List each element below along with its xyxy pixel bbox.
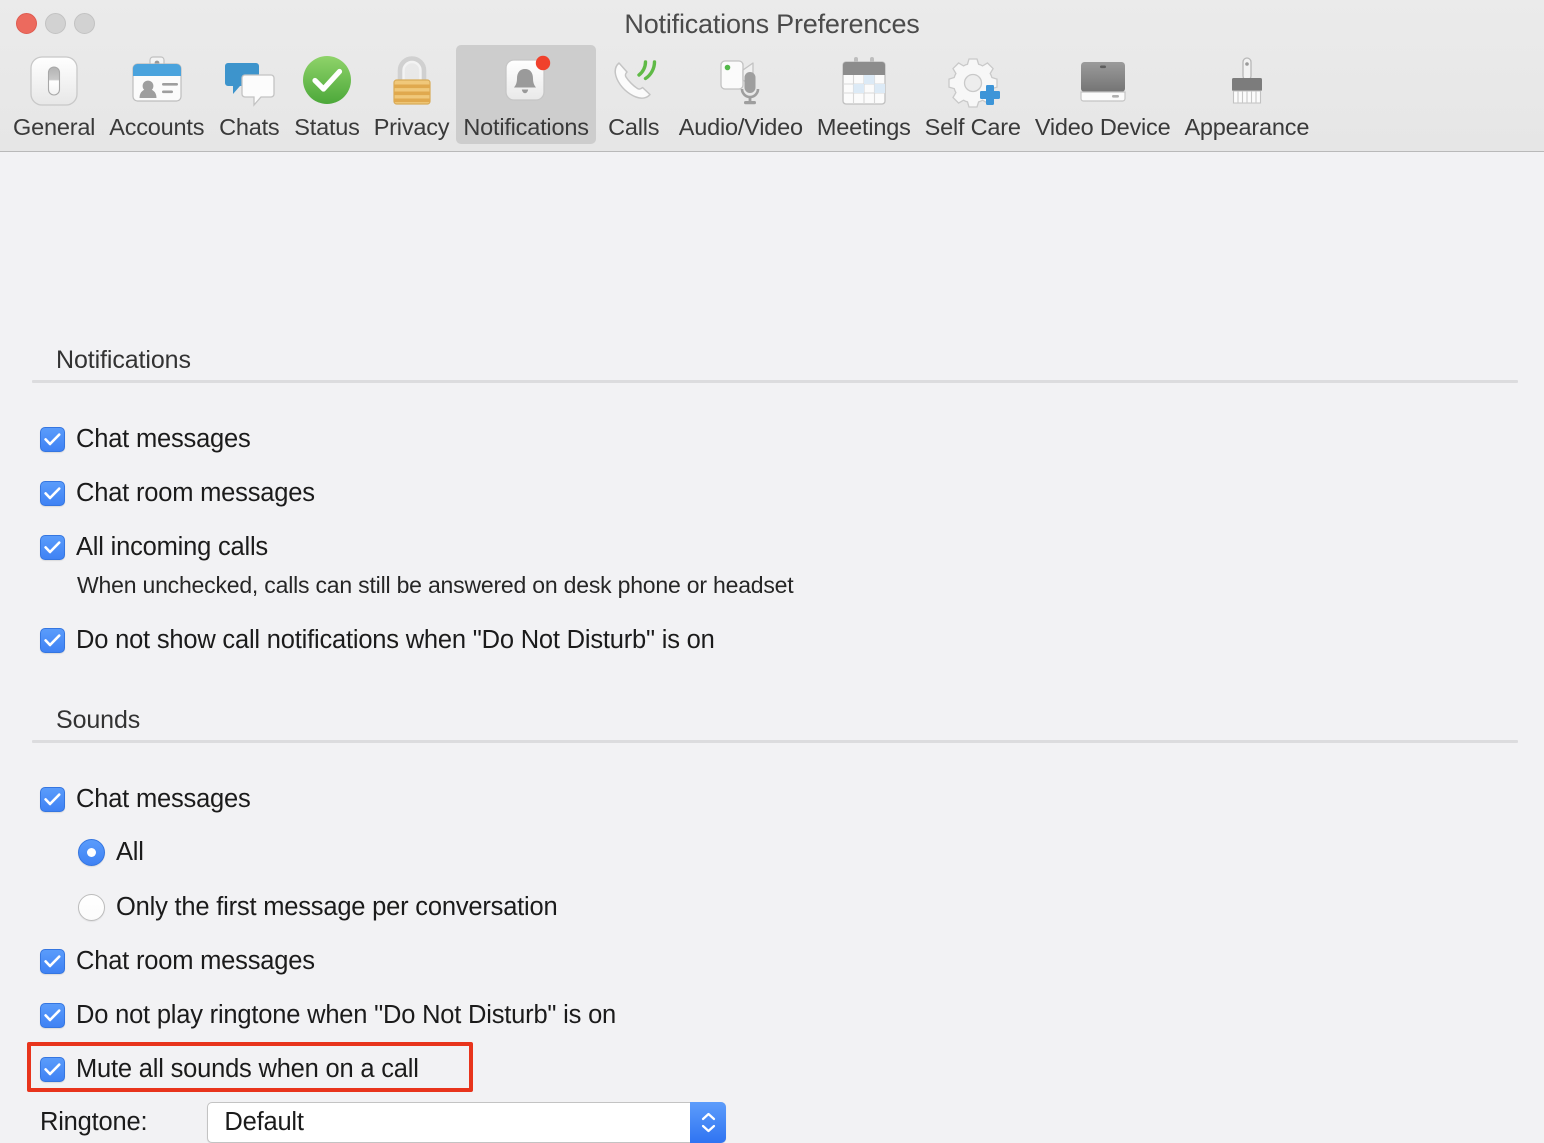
toolbar-item-video-device[interactable]: Video Device: [1028, 45, 1178, 144]
checkbox-row-all-incoming-calls[interactable]: All incoming calls: [40, 533, 268, 562]
checkbox-chat-room-messages[interactable]: [40, 481, 65, 506]
radio-row-all[interactable]: All: [78, 838, 144, 867]
toolbar-label: Meetings: [816, 114, 911, 140]
section-title: Notifications: [56, 346, 191, 374]
checkbox-label: Chat messages: [76, 785, 251, 813]
toolbar-label: Privacy: [373, 114, 450, 140]
accounts-icon: [126, 50, 188, 112]
general-icon: [23, 50, 85, 112]
toolbar-label: Accounts: [109, 114, 205, 140]
toolbar-item-audio-video[interactable]: Audio/Video: [672, 45, 810, 144]
ringtone-select[interactable]: Default: [207, 1102, 727, 1143]
ringtone-row: Ringtone: Default: [40, 1102, 727, 1143]
meetings-calendar-icon: [833, 50, 895, 112]
status-icon: [296, 50, 358, 112]
checkbox-sound-chat-room-messages[interactable]: [40, 949, 65, 974]
checkbox-sound-chat-messages[interactable]: [40, 787, 65, 812]
checkbox-do-not-show-call-notifications[interactable]: [40, 628, 65, 653]
checkbox-row-do-not-show-call-notifications[interactable]: Do not show call notifications when "Do …: [40, 626, 715, 655]
checkbox-row-sound-chat-messages[interactable]: Chat messages: [40, 785, 251, 814]
privacy-lock-icon: [381, 50, 443, 112]
radio-all[interactable]: [78, 839, 105, 866]
checkbox-row-mute-all-sounds[interactable]: Mute all sounds when on a call: [40, 1055, 419, 1084]
checkbox-row-chat-room-messages[interactable]: Chat room messages: [40, 479, 315, 508]
toolbar-label: Audio/Video: [678, 114, 803, 140]
radio-label: Only the first message per conversation: [116, 893, 558, 921]
preferences-toolbar: General Accounts Chats Status Privacy No…: [0, 45, 1544, 144]
checkbox-do-not-play-ringtone[interactable]: [40, 1003, 65, 1028]
chats-icon: [218, 50, 280, 112]
checkbox-label: Do not play ringtone when "Do Not Distur…: [76, 1001, 617, 1029]
toolbar-item-chats[interactable]: Chats: [211, 45, 287, 144]
radio-label: All: [116, 838, 144, 866]
checkbox-label: All incoming calls: [76, 533, 268, 561]
checkbox-row-sound-chat-room-messages[interactable]: Chat room messages: [40, 947, 315, 976]
toolbar-label: Status: [294, 114, 360, 140]
toolbar-label: Appearance: [1184, 114, 1310, 140]
titlebar-toolbar: Notifications Preferences General Accoun…: [0, 0, 1544, 152]
toolbar-label: General: [13, 114, 96, 140]
stepper-icon[interactable]: [690, 1102, 727, 1143]
help-text-all-incoming-calls: When unchecked, calls can still be answe…: [77, 572, 794, 599]
checkbox-all-incoming-calls[interactable]: [40, 535, 65, 560]
section-header-sounds: Sounds: [56, 706, 140, 735]
checkbox-label: Chat room messages: [76, 947, 315, 975]
radio-only-first-message[interactable]: [78, 894, 105, 921]
checkbox-chat-messages[interactable]: [40, 427, 65, 452]
toolbar-item-accounts[interactable]: Accounts: [102, 45, 211, 144]
radio-row-only-first-message[interactable]: Only the first message per conversation: [78, 893, 558, 922]
section-divider-notifications: [32, 380, 1518, 383]
toolbar-item-notifications[interactable]: Notifications: [456, 45, 596, 144]
video-device-monitor-icon: [1072, 50, 1134, 112]
preferences-window: Notifications Preferences General Accoun…: [0, 0, 1544, 1143]
preferences-content: Notifications Chat messages Chat room me…: [0, 152, 1544, 1143]
toolbar-item-calls[interactable]: Calls: [596, 45, 672, 144]
toolbar-item-self-care[interactable]: Self Care: [918, 45, 1028, 144]
toolbar-label: Calls: [608, 114, 660, 140]
toolbar-label: Video Device: [1034, 114, 1171, 140]
section-header-notifications: Notifications: [56, 346, 191, 375]
checkbox-mute-all-sounds[interactable]: [40, 1057, 65, 1082]
ringtone-label: Ringtone:: [40, 1108, 148, 1136]
toolbar-label: Chats: [219, 114, 280, 140]
toolbar-label: Notifications: [463, 114, 589, 140]
section-divider-sounds: [32, 740, 1518, 743]
toolbar-item-appearance[interactable]: Appearance: [1177, 45, 1316, 144]
toolbar-label: Self Care: [924, 114, 1021, 140]
toolbar-item-meetings[interactable]: Meetings: [810, 45, 918, 144]
calls-phone-icon: [603, 50, 665, 112]
toolbar-item-status[interactable]: Status: [287, 45, 366, 144]
window-title: Notifications Preferences: [624, 9, 920, 39]
checkbox-label: Mute all sounds when on a call: [76, 1055, 419, 1083]
checkbox-row-chat-messages[interactable]: Chat messages: [40, 425, 251, 454]
appearance-brush-icon: [1216, 50, 1278, 112]
checkbox-label: Chat room messages: [76, 479, 315, 507]
toolbar-item-privacy[interactable]: Privacy: [367, 45, 457, 144]
notifications-bell-icon: [495, 50, 557, 112]
checkbox-row-do-not-play-ringtone[interactable]: Do not play ringtone when "Do Not Distur…: [40, 1001, 616, 1030]
audio-video-icon: [710, 50, 772, 112]
self-care-gear-plus-icon: [942, 50, 1004, 112]
help-text: When unchecked, calls can still be answe…: [77, 572, 794, 598]
section-title: Sounds: [56, 706, 141, 734]
toolbar-item-general[interactable]: General: [6, 45, 102, 144]
checkbox-label: Do not show call notifications when "Do …: [76, 626, 715, 654]
ringtone-selected-value: Default: [224, 1108, 304, 1136]
checkbox-label: Chat messages: [76, 425, 251, 453]
